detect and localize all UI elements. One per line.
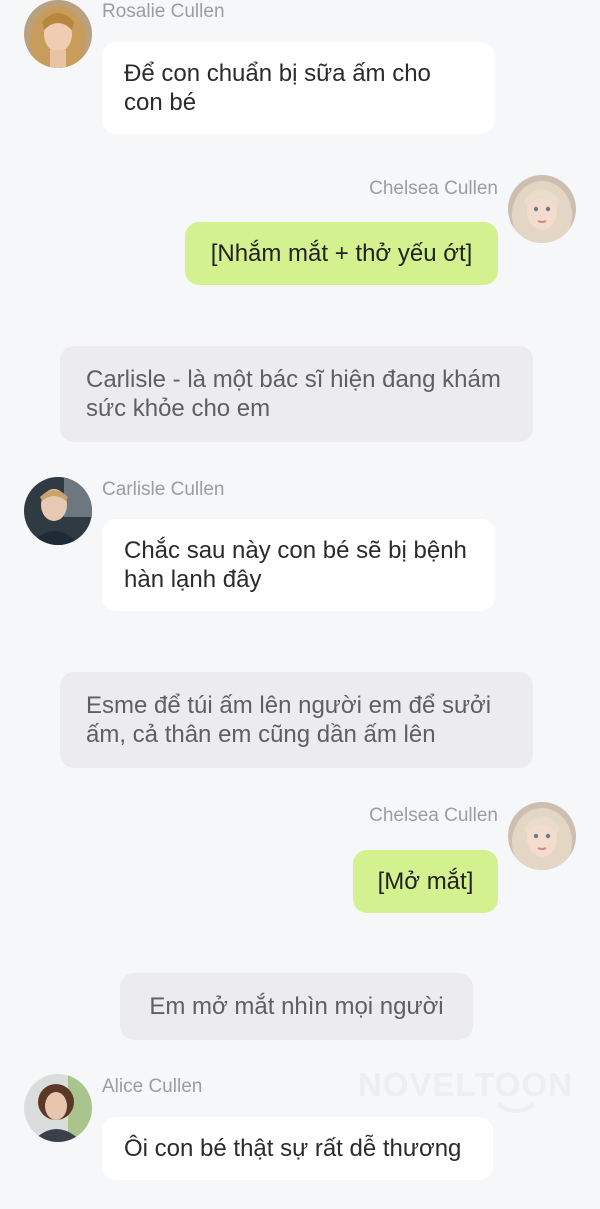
narration-bubble[interactable]: Carlisle - là một bác sĩ hiện đang khám … bbox=[60, 346, 533, 442]
message-bubble[interactable]: Chắc sau này con bé sẽ bị bệnh hàn lạnh … bbox=[102, 519, 495, 611]
watermark-swoosh-icon bbox=[496, 1102, 536, 1113]
speaker-name: Carlisle Cullen bbox=[102, 479, 225, 500]
speaker-name: Alice Cullen bbox=[102, 1076, 203, 1097]
avatar-alice-icon[interactable] bbox=[24, 1074, 92, 1142]
noveltoon-watermark: NOVELTOON bbox=[358, 1066, 573, 1103]
message-bubble[interactable]: Ôi con bé thật sự rất dễ thương bbox=[102, 1117, 493, 1180]
message-bubble[interactable]: [Mở mắt] bbox=[353, 850, 498, 913]
narration-bubble[interactable]: Esme để túi ấm lên người em để sưởi ấm, … bbox=[60, 672, 533, 768]
speaker-name: Chelsea Cullen bbox=[369, 805, 498, 826]
message-bubble[interactable]: [Nhắm mắt + thở yếu ớt] bbox=[185, 222, 498, 285]
avatar-carlisle-icon[interactable] bbox=[24, 477, 92, 545]
avatar-chelsea-icon[interactable] bbox=[508, 802, 576, 870]
avatar-chelsea-icon[interactable] bbox=[508, 175, 576, 243]
narration-bubble[interactable]: Em mở mắt nhìn mọi người bbox=[120, 973, 473, 1040]
message-bubble[interactable]: Để con chuẩn bị sữa ấm cho con bé bbox=[102, 42, 495, 134]
speaker-name: Rosalie Cullen bbox=[102, 1, 225, 22]
speaker-name: Chelsea Cullen bbox=[369, 178, 498, 199]
avatar-rosalie-icon[interactable] bbox=[24, 0, 92, 68]
